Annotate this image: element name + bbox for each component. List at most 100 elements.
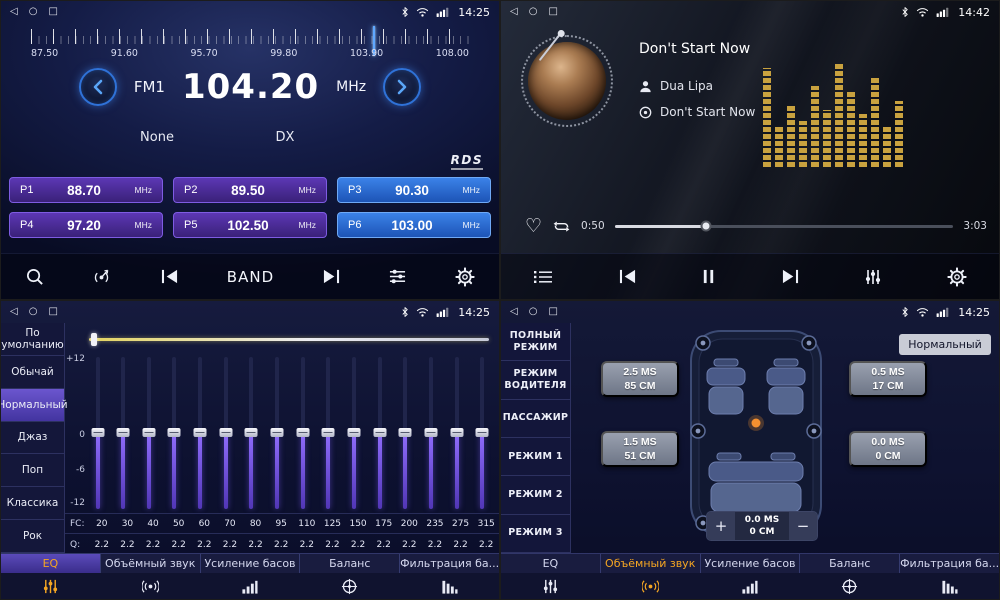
listening-mode-item[interactable]: РЕЖИМ ВОДИТЕЛЯ <box>501 361 570 399</box>
tune-down-button[interactable] <box>79 68 117 106</box>
preset-button[interactable]: P6 103.00 MHz <box>337 212 491 238</box>
eq-band-slider[interactable] <box>142 357 155 509</box>
recents-icon[interactable]: □ <box>48 7 57 17</box>
eq-slider-handle[interactable] <box>271 428 284 437</box>
next-station-icon[interactable] <box>322 268 341 285</box>
eq-slider-handle[interactable] <box>373 428 386 437</box>
listening-mode-item[interactable]: РЕЖИМ 1 <box>501 438 570 476</box>
profile-button[interactable]: Нормальный <box>899 334 991 355</box>
eq-band-slider[interactable] <box>245 357 258 509</box>
listening-mode-item[interactable]: РЕЖИМ 3 <box>501 515 570 553</box>
audio-tab[interactable]: EQ <box>501 554 601 573</box>
eq-slider-handle[interactable] <box>219 428 232 437</box>
search-icon[interactable] <box>25 267 44 286</box>
audio-tab[interactable]: Объёмный звук <box>101 554 201 573</box>
delay-rear-left-button[interactable]: 1.5 MS 51 CM <box>601 431 679 467</box>
eq-band-slider[interactable] <box>117 357 130 509</box>
eq-slider-handle[interactable] <box>399 428 412 437</box>
pause-icon[interactable] <box>701 268 716 285</box>
gear-icon[interactable] <box>947 267 967 287</box>
repeat-icon[interactable] <box>552 219 571 234</box>
bass-boost-tab-icon[interactable] <box>700 578 800 595</box>
audio-tab[interactable]: Усиление басов <box>201 554 301 573</box>
eq-preset-item[interactable]: Рок <box>1 520 64 553</box>
eq-slider-handle[interactable] <box>476 428 489 437</box>
recents-icon[interactable]: □ <box>548 307 557 317</box>
preset-button[interactable]: P5 102.50 MHz <box>173 212 327 238</box>
home-icon[interactable]: ○ <box>529 7 538 17</box>
audio-tab[interactable]: Фильтрация ба... <box>400 554 499 573</box>
eq-band-slider[interactable] <box>91 357 104 509</box>
delay-decrease-button[interactable]: − <box>789 512 817 540</box>
audio-tab[interactable]: Баланс <box>800 554 900 573</box>
eq-slider-handle[interactable] <box>296 428 309 437</box>
eq-band-slider[interactable] <box>425 357 438 509</box>
playlist-icon[interactable] <box>533 269 553 285</box>
eq-band-slider[interactable] <box>168 357 181 509</box>
recents-icon[interactable]: □ <box>548 7 557 17</box>
back-icon[interactable]: ◁ <box>510 307 518 317</box>
delay-front-right-button[interactable]: 0.5 MS 17 CM <box>849 361 927 397</box>
back-icon[interactable]: ◁ <box>10 7 18 17</box>
eq-slider-handle[interactable] <box>450 428 463 437</box>
audio-tab[interactable]: Баланс <box>300 554 400 573</box>
filter-tab-icon[interactable] <box>899 578 999 595</box>
delay-front-left-button[interactable]: 2.5 MS 85 CM <box>601 361 679 397</box>
broadcast-scan-icon[interactable] <box>91 267 112 286</box>
bass-boost-tab-icon[interactable] <box>200 578 300 595</box>
previous-station-icon[interactable] <box>160 268 179 285</box>
filter-tab-icon[interactable] <box>399 578 499 595</box>
eq-tab-icon[interactable] <box>1 578 101 595</box>
audio-tab[interactable]: EQ <box>1 554 101 573</box>
eq-band-slider[interactable] <box>399 357 412 509</box>
eq-slider-handle[interactable] <box>168 428 181 437</box>
eq-band-slider[interactable] <box>194 357 207 509</box>
listening-mode-item[interactable]: ПОЛНЫЙ РЕЖИМ <box>501 323 570 361</box>
eq-band-slider[interactable] <box>271 357 284 509</box>
audio-tab[interactable]: Объёмный звук <box>601 554 701 573</box>
eq-band-slider[interactable] <box>348 357 361 509</box>
eq-band-slider[interactable] <box>476 357 489 509</box>
eq-preset-item[interactable]: По умолчанию <box>1 323 64 356</box>
equalizer-sliders-icon[interactable] <box>864 268 882 286</box>
master-slider-handle[interactable] <box>91 333 97 346</box>
balance-tab-icon[interactable] <box>300 578 400 595</box>
eq-band-slider[interactable] <box>322 357 335 509</box>
home-icon[interactable]: ○ <box>529 307 538 317</box>
preset-button[interactable]: P4 97.20 MHz <box>9 212 163 238</box>
eq-preset-item[interactable]: Поп <box>1 454 64 487</box>
eq-slider-handle[interactable] <box>194 428 207 437</box>
surround-tab-icon[interactable] <box>101 578 201 595</box>
progress-bar[interactable] <box>615 225 954 228</box>
eq-slider-handle[interactable] <box>322 428 335 437</box>
home-icon[interactable]: ○ <box>29 7 38 17</box>
eq-preset-item[interactable]: Обычай <box>1 356 64 389</box>
tune-up-button[interactable] <box>383 68 421 106</box>
eq-band-slider[interactable] <box>373 357 386 509</box>
gear-icon[interactable] <box>455 267 475 287</box>
frequency-scale[interactable]: 87.5091.6095.7099.80103.90108.00 <box>1 25 499 65</box>
favorite-icon[interactable]: ♡ <box>525 217 542 236</box>
eq-slider-handle[interactable] <box>348 428 361 437</box>
back-icon[interactable]: ◁ <box>10 307 18 317</box>
balance-tab-icon[interactable] <box>800 578 900 595</box>
eq-band-slider[interactable] <box>219 357 232 509</box>
previous-track-icon[interactable] <box>618 268 637 285</box>
band-button[interactable]: BAND <box>227 268 274 286</box>
surround-tab-icon[interactable] <box>601 578 701 595</box>
eq-tab-icon[interactable] <box>501 578 601 595</box>
eq-preset-item[interactable]: Нормальный <box>1 389 64 422</box>
listening-mode-item[interactable]: ПАССАЖИР <box>501 400 570 438</box>
preset-button[interactable]: P2 89.50 MHz <box>173 177 327 203</box>
progress-knob[interactable] <box>701 221 712 232</box>
delay-rear-right-button[interactable]: 0.0 MS 0 CM <box>849 431 927 467</box>
eq-slider-handle[interactable] <box>425 428 438 437</box>
audio-tab[interactable]: Фильтрация ба... <box>900 554 999 573</box>
audio-tab[interactable]: Усиление басов <box>701 554 801 573</box>
audio-settings-icon[interactable] <box>388 268 407 285</box>
next-track-icon[interactable] <box>781 268 800 285</box>
recents-icon[interactable]: □ <box>48 307 57 317</box>
eq-slider-handle[interactable] <box>91 428 104 437</box>
listening-mode-item[interactable]: РЕЖИМ 2 <box>501 476 570 514</box>
master-slider[interactable] <box>89 333 489 346</box>
